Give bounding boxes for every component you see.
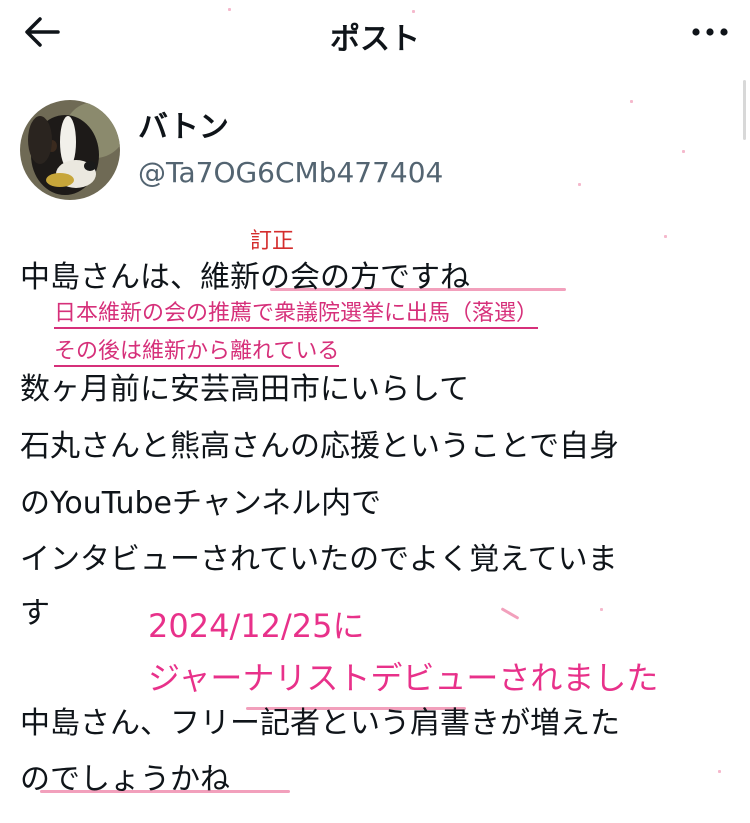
sparkle-dot — [718, 770, 721, 773]
dog-avatar — [20, 100, 120, 200]
post-text-line: 石丸さんと熊高さんの応援ということで自身 — [20, 429, 620, 464]
annotation-note-wrap: 日本維新の会の推薦で衆議院選挙に出馬（落選） — [54, 300, 539, 329]
post-text-line: 中島さん、フリー記者という肩書きが増えた — [20, 706, 620, 741]
annotation-note-wrap: その後は維新から離れている — [54, 338, 340, 367]
post-text-line: 中島さんは、維新の会の方ですね — [20, 260, 470, 295]
post-text-line: のでしょうかね — [20, 762, 230, 797]
sparkle-dot — [578, 183, 581, 186]
post-text-line: インタビューされていたのでよく覚えていま — [20, 542, 618, 577]
more-button[interactable] — [690, 18, 730, 46]
post-text-line: す — [20, 596, 50, 631]
post-text-line: のYouTubeチャンネル内で — [20, 486, 382, 521]
sparkle-dot — [228, 8, 231, 11]
annotation-note: 日本維新の会の推薦で衆議院選挙に出馬（落選） — [54, 301, 539, 329]
sparkle-dot — [600, 608, 603, 611]
annotation-note: その後は維新から離れている — [54, 339, 340, 367]
annotation-date: 2024/12/25に — [148, 607, 365, 645]
page-title: ポスト — [330, 22, 420, 57]
correction-label: 訂正 — [250, 229, 295, 254]
display-name[interactable]: バトン — [138, 110, 229, 146]
annotation-debut: ジャーナリストデビューされました — [148, 659, 659, 697]
sparkle-dot — [664, 235, 667, 238]
top-bar: ポスト — [0, 0, 750, 64]
sparkle-dot — [630, 100, 633, 103]
user-handle[interactable]: @Ta7OG6CMb477404 — [138, 155, 443, 191]
more-horizontal-icon — [692, 28, 728, 36]
scrollbar[interactable] — [743, 80, 746, 140]
post-text-line: 数ヶ月前に安芸高田市にいらして — [20, 372, 470, 407]
highlight-stroke — [500, 607, 520, 620]
avatar[interactable] — [20, 100, 120, 200]
sparkle-dot — [682, 150, 685, 153]
sparkle-dot — [412, 10, 415, 13]
